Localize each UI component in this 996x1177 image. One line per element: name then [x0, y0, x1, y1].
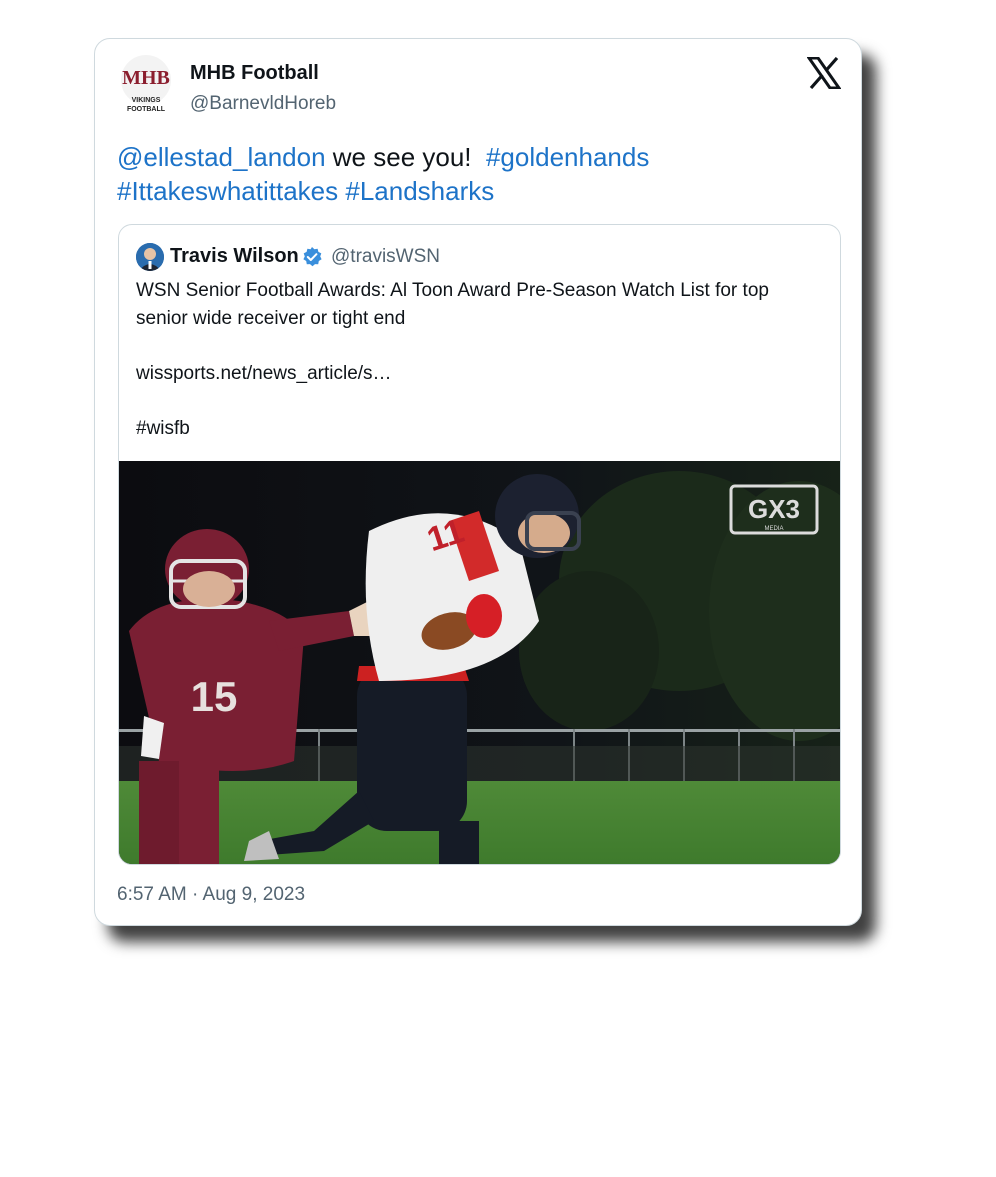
svg-text:FOOTBALL: FOOTBALL	[127, 106, 166, 113]
author-avatar[interactable]: MHB VIKINGS FOOTBALL	[117, 54, 175, 116]
football-photo[interactable]: 15 11 GX3 MEDIA	[119, 461, 840, 864]
quoted-author-name[interactable]: Travis Wilson	[170, 245, 299, 268]
tweet-card[interactable]: MHB VIKINGS FOOTBALL MHB Football @Barne…	[94, 38, 862, 926]
verified-badge-icon	[301, 246, 323, 268]
quoted-text-line: WSN Senior Football Awards: Al Toon Awar…	[136, 280, 769, 329]
tweet-timestamp[interactable]: 6:57 AM · Aug 9, 2023	[117, 884, 305, 906]
svg-text:MEDIA: MEDIA	[764, 526, 783, 532]
tweet-plain-text: we see you!	[325, 142, 486, 172]
svg-text:15: 15	[191, 673, 238, 720]
x-logo-icon[interactable]	[806, 56, 842, 90]
hashtag-link[interactable]: #Landsharks	[345, 176, 494, 206]
author-name[interactable]: MHB Football	[190, 62, 319, 85]
hashtag-link[interactable]: #Ittakeswhatittakes	[117, 176, 338, 206]
svg-text:VIKINGS: VIKINGS	[132, 97, 161, 104]
quoted-link[interactable]: wissports.net/news_article/s…	[136, 360, 816, 388]
quoted-author-handle[interactable]: @travisWSN	[331, 246, 440, 268]
author-handle[interactable]: @BarnevldHoreb	[190, 93, 336, 115]
tweet-text: @ellestad_landon we see you! #goldenhand…	[117, 140, 837, 208]
svg-text:GX3: GX3	[748, 494, 800, 524]
svg-text:MHB: MHB	[122, 67, 170, 89]
quoted-author-avatar[interactable]	[136, 243, 164, 271]
mention-link[interactable]: @ellestad_landon	[117, 142, 326, 172]
quoted-tweet[interactable]: Travis Wilson @travisWSN WSN Senior Foot…	[118, 224, 841, 865]
quoted-tweet-text: WSN Senior Football Awards: Al Toon Awar…	[136, 277, 816, 443]
quoted-hashtag[interactable]: #wisfb	[136, 415, 816, 443]
hashtag-link[interactable]: #goldenhands	[486, 142, 649, 172]
